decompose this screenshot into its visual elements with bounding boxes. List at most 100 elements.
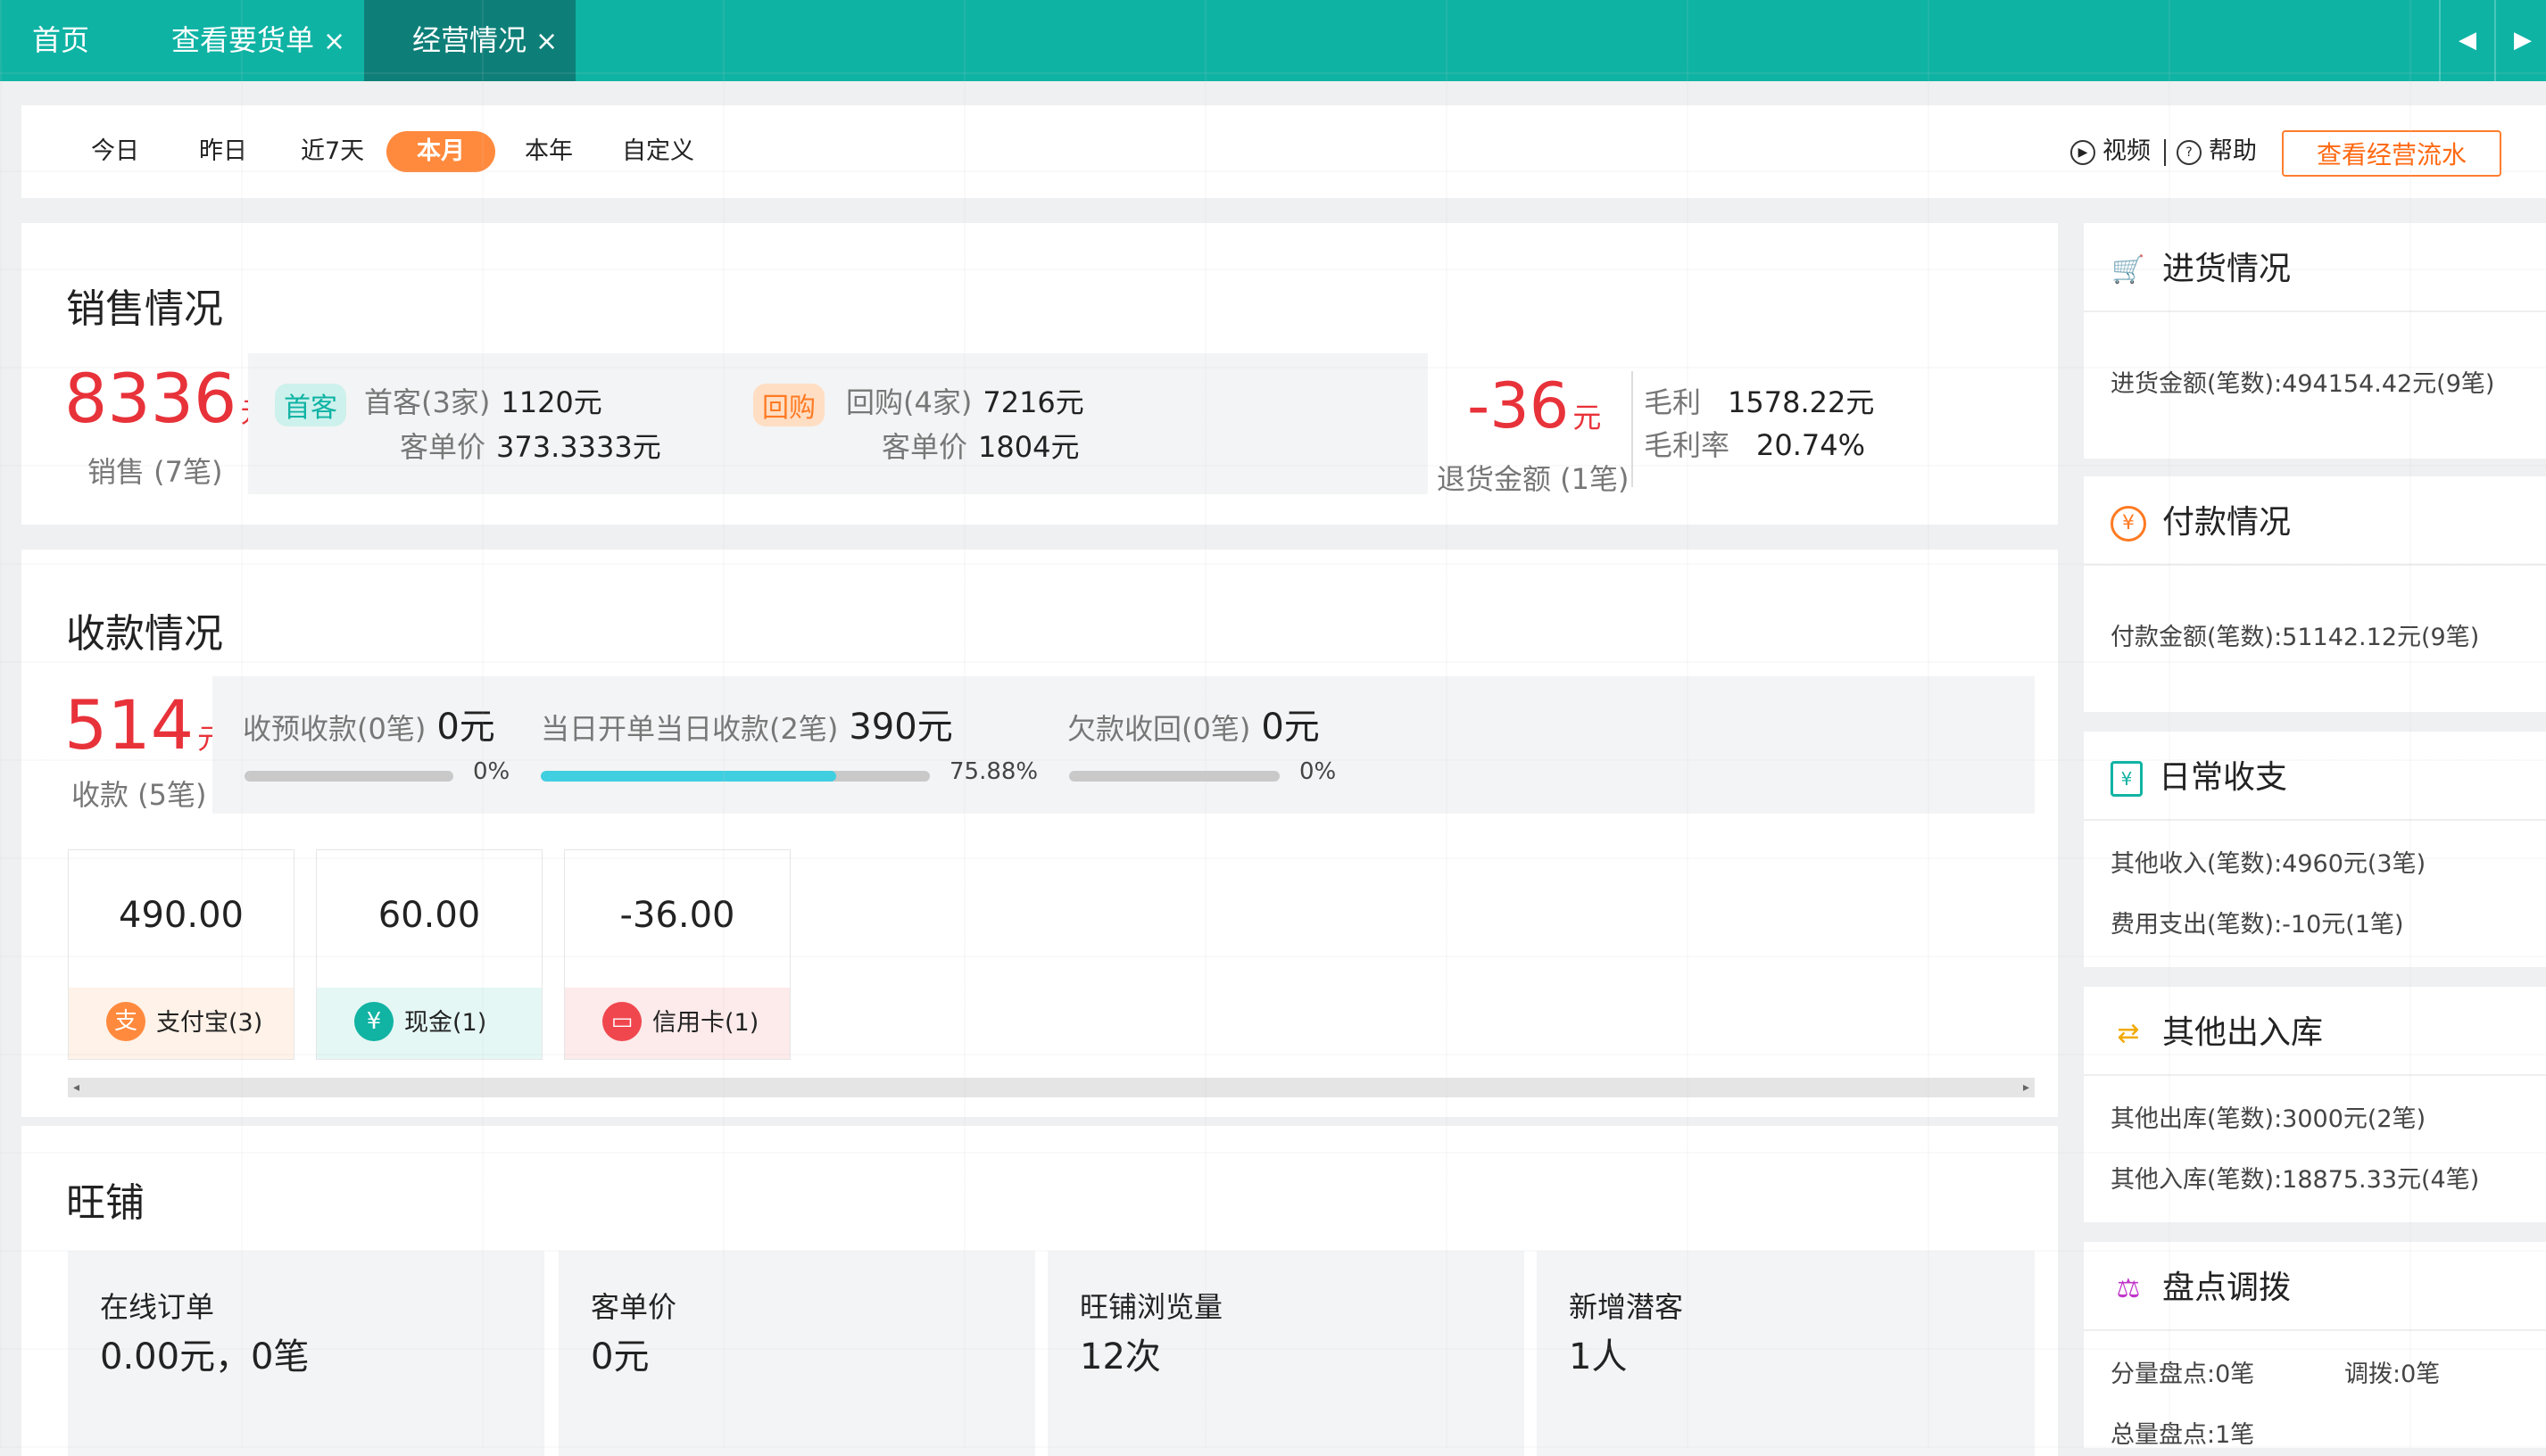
repeat-customer-badge: 回购 (753, 384, 825, 426)
shop-section: 旺铺 在线订单 0.00元，0笔 客单价 0元 旺铺浏览量 12次 新增潜客 1… (21, 1126, 2058, 1456)
payment-method-card-alipay[interactable]: 490.00 支 支付宝(3) (68, 849, 294, 1060)
prepaid-value: 0元 (436, 707, 495, 748)
view-business-flow-button[interactable]: 查看经营流水 (2282, 130, 2501, 177)
tab-view-orders[interactable]: 查看要货单 × (171, 0, 345, 81)
help-link[interactable]: ? 帮助 (2177, 105, 2257, 198)
gross-profit-value: 1578.22元 (1728, 385, 1875, 419)
gross-margin-label: 毛利率 (1644, 428, 1730, 462)
tab-scroll-right-icon[interactable]: ▶ (2494, 0, 2546, 81)
payment-method-card-credit[interactable]: -36.00 ▭ 信用卡(1) (564, 849, 791, 1060)
help-icon: ? (2177, 139, 2202, 165)
shop-tile-online-orders[interactable]: 在线订单 0.00元，0笔 (68, 1251, 544, 1456)
tab-view-orders-label: 查看要货单 (171, 23, 315, 57)
scroll-left-icon[interactable]: ◂ (73, 1078, 79, 1097)
sales-caption: 销售 (7笔) (87, 455, 223, 489)
arrears-percent: 0% (1299, 758, 1337, 785)
video-label: 视频 (2102, 137, 2151, 165)
stock-title-label: 其他出入库 (2162, 1014, 2324, 1051)
shop-tile-new-prospects[interactable]: 新增潜客 1人 (1537, 1251, 2035, 1456)
shop-tile-avg-order[interactable]: 客单价 0元 (559, 1251, 1035, 1456)
yen-circle-icon: ¥ (2111, 506, 2146, 542)
period-this-month[interactable]: 本月 (386, 131, 495, 172)
gross-margin-value: 20.74% (1756, 428, 1866, 462)
tab-scroll-left-icon[interactable]: ◀ (2439, 0, 2494, 81)
arrears-progress-bar (1069, 771, 1280, 782)
collection-title: 收款情况 (66, 611, 223, 657)
inventory-divider (2084, 1329, 2546, 1331)
ledger-icon: ¥ (2111, 761, 2143, 797)
stock-title: ⇄ 其他出入库 (2111, 1006, 2323, 1053)
first-customer-avg-label: 客单价 (400, 430, 486, 464)
gross-profit: 毛利 1578.22元 (1644, 380, 1874, 421)
other-income: 其他收入(笔数):4960元(3笔) (2111, 850, 2426, 878)
alipay-footer: 支 支付宝(3) (69, 988, 294, 1059)
gross-profit-label: 毛利 (1644, 385, 1702, 419)
partial-stocktake: 分量盘点:0笔 (2111, 1361, 2255, 1388)
refund-amount: -36 元 (1467, 369, 1601, 443)
purchase-title: 🛒 进货情况 (2111, 243, 2291, 289)
repeat-customer-value: 7216元 (983, 385, 1084, 419)
collection-progress-box: 收预收款(0笔) 0元 0% 当日开单当日收款(2笔) 390元 75.88% 欠款… (212, 676, 2035, 814)
stock-divider (2084, 1074, 2546, 1076)
close-icon[interactable]: × (535, 26, 558, 57)
scroll-right-icon[interactable]: ▸ (2023, 1078, 2029, 1097)
first-customer-label: 首客(3家) (364, 385, 491, 419)
avg-order-label: 客单价 (591, 1290, 677, 1324)
sales-section: 销售情况 8336元 销售 (7笔) 首客 首客(3家)1120元 客单价373… (21, 223, 2058, 525)
other-stock-panel[interactable]: ⇄ 其他出入库 其他出库(笔数):3000元(2笔) 其他入库(笔数):18875… (2084, 987, 2546, 1222)
same-day-label: 当日开单当日收款(2笔) (541, 712, 839, 746)
video-link[interactable]: ▶ 视频 (2070, 105, 2151, 198)
repeat-customer-avg-label: 客单价 (882, 430, 968, 464)
daily-income-expense-panel[interactable]: ¥ 日常收支 其他收入(笔数):4960元(3笔) 费用支出(笔数):-10元(1… (2084, 732, 2546, 967)
purchase-panel[interactable]: 🛒 进货情况 进货金额(笔数):494154.42元(9笔) (2084, 223, 2546, 459)
arrears-value: 0元 (1261, 707, 1320, 748)
period-last-7-days[interactable]: 近7天 (301, 105, 364, 198)
help-label: 帮助 (2209, 137, 2257, 165)
shop-tile-page-views[interactable]: 旺铺浏览量 12次 (1048, 1251, 1524, 1456)
cash-footer: ¥ 现金(1) (317, 988, 542, 1059)
refund-amount-unit: 元 (1572, 401, 1602, 434)
collection-caption: 收款 (5笔) (71, 778, 207, 812)
new-prospects-label: 新增潜客 (1569, 1290, 1684, 1324)
first-customer-value: 1120元 (501, 385, 602, 419)
sales-amount: 8336元 (64, 359, 269, 438)
cash-icon: ¥ (354, 1002, 394, 1041)
alipay-icon: 支 (106, 1002, 145, 1041)
payment-panel[interactable]: ¥ 付款情况 付款金额(笔数):51142.12元(9笔) (2084, 476, 2546, 712)
period-yesterday[interactable]: 昨日 (199, 105, 247, 198)
same-day-progress-bar (541, 771, 930, 782)
daily-divider (2084, 819, 2546, 821)
play-icon: ▶ (2070, 139, 2095, 165)
alipay-name: 支付宝(3) (156, 1009, 263, 1037)
tab-home[interactable]: 首页 (32, 0, 89, 81)
close-icon[interactable]: × (323, 26, 345, 57)
page-views-label: 旺铺浏览量 (1080, 1290, 1223, 1324)
period-this-year[interactable]: 本年 (525, 105, 573, 198)
repeat-customer-avg: 客单价 1804元 (882, 425, 1079, 466)
daily-title: ¥ 日常收支 (2111, 751, 2287, 798)
same-day-percent: 75.88% (950, 758, 1039, 785)
page-views-value: 12次 (1080, 1336, 1161, 1377)
payment-divider (2084, 564, 2546, 566)
sales-title: 销售情况 (66, 286, 223, 332)
tab-bar: 首页 查看要货单 × 经营情况 × ◀ ▶ (0, 0, 2546, 81)
period-today[interactable]: 今日 (91, 105, 139, 198)
purchase-title-label: 进货情况 (2162, 251, 2292, 287)
stock-in-out-icon: ⇄ (2117, 1018, 2140, 1049)
payment-methods-scrollbar[interactable]: ◂ ▸ (68, 1078, 2035, 1097)
toolbar-divider (2164, 139, 2166, 166)
inventory-title-label: 盘点调拨 (2162, 1270, 2292, 1306)
other-inbound: 其他入库(笔数):18875.33元(4笔) (2111, 1166, 2480, 1194)
cash-name: 现金(1) (404, 1009, 487, 1037)
tab-business-overview[interactable]: 经营情况 × (364, 0, 576, 81)
credit-card-icon: ▭ (602, 1002, 642, 1041)
period-custom[interactable]: 自定义 (622, 105, 694, 198)
same-day-value: 390元 (849, 707, 953, 748)
repeat-customer-avg-value: 1804元 (978, 430, 1080, 464)
other-outbound: 其他出库(笔数):3000元(2笔) (2111, 1105, 2426, 1133)
credit-card-name: 信用卡(1) (652, 1009, 759, 1037)
payment-method-card-cash[interactable]: 60.00 ¥ 现金(1) (316, 849, 543, 1060)
purchase-divider (2084, 310, 2546, 312)
inventory-transfer-panel[interactable]: ⚖ 盘点调拨 分量盘点:0笔 调拨:0笔 总量盘点:1笔 (2084, 1242, 2546, 1449)
daily-title-label: 日常收支 (2159, 759, 2288, 796)
